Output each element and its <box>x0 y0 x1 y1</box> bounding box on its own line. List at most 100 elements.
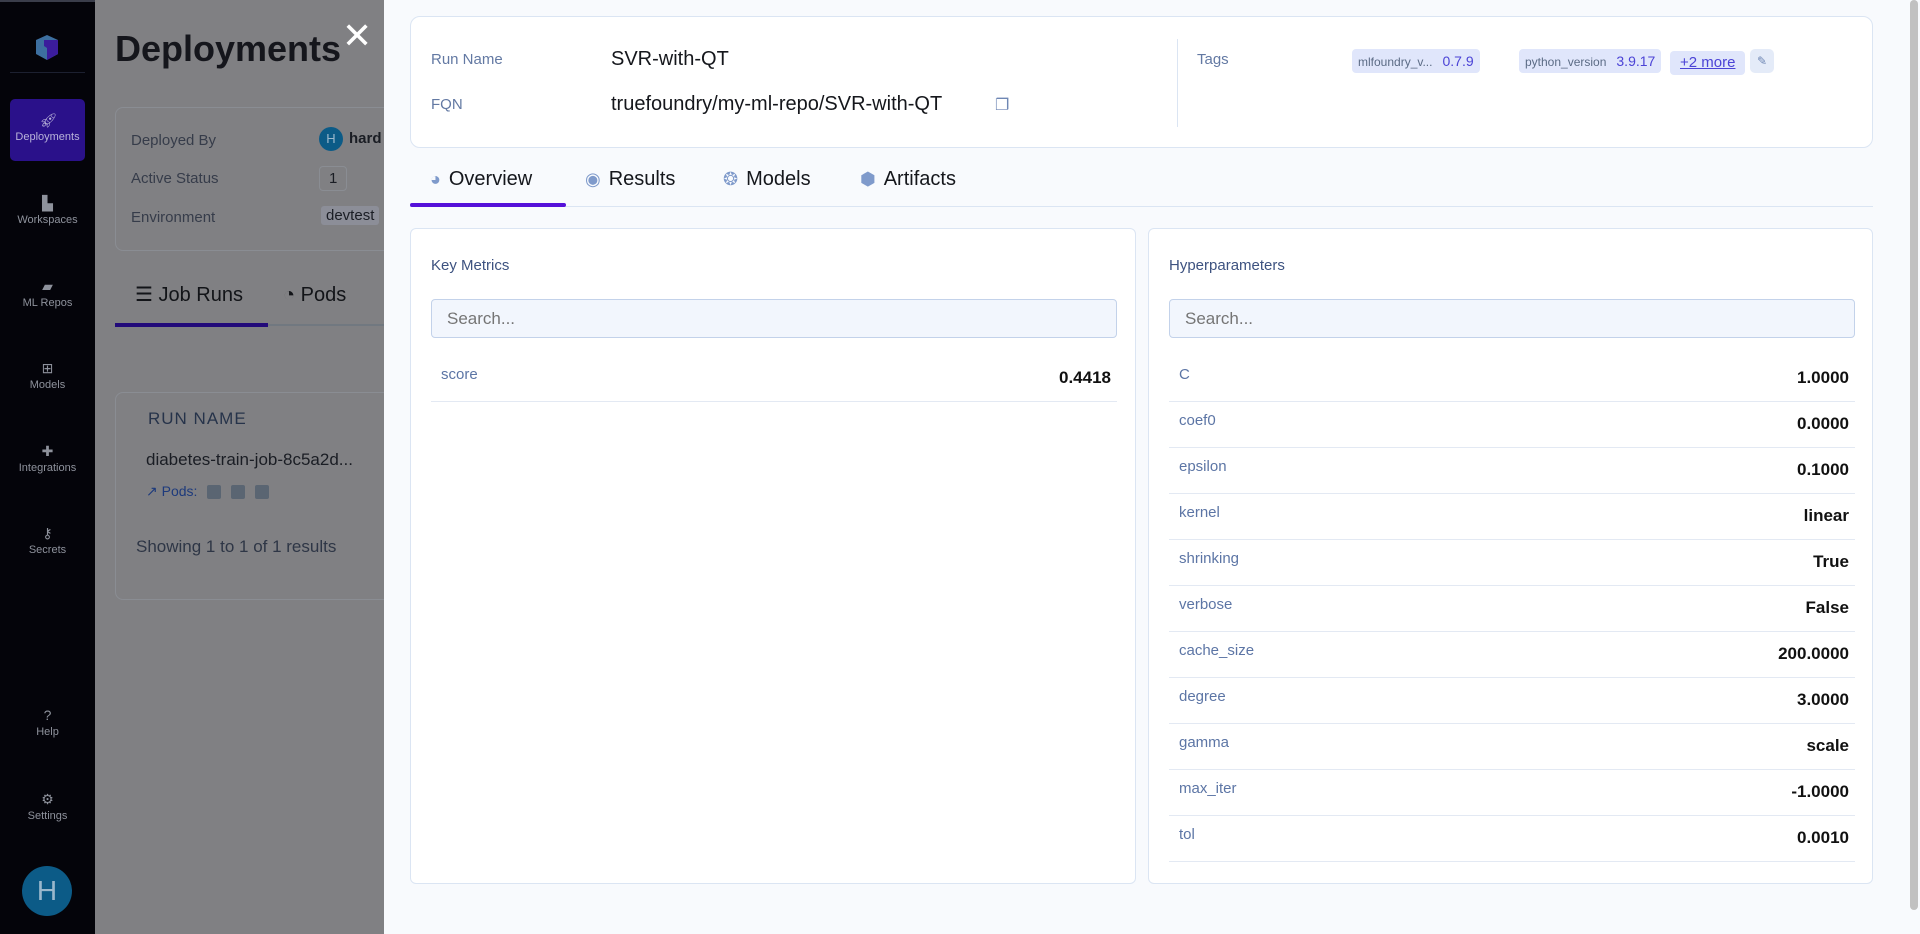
environment-badge: devtest <box>321 206 380 225</box>
tab-divider <box>268 324 385 326</box>
hyperparameter-row: degree 3.0000 <box>1169 678 1855 724</box>
copy-icon[interactable]: ❐ <box>995 95 1009 115</box>
param-name: max_iter <box>1179 780 1237 797</box>
metric-row: score 0.4418 <box>431 356 1117 402</box>
sidebar-item-integrations[interactable]: ✚ Integrations <box>10 430 85 492</box>
sidebar-item-label: Settings <box>27 810 68 822</box>
tab-results[interactable]: ◉ Results <box>585 168 675 191</box>
param-value: linear <box>1803 506 1849 525</box>
hyperparameter-row: kernel linear <box>1169 494 1855 540</box>
hyperparameters-panel: Hyperparameters C 1.0000 coef0 0.0000 epsilo… <box>1148 228 1873 884</box>
hyperparameter-row: verbose False <box>1169 586 1855 632</box>
hyperparameter-row: gamma scale <box>1169 724 1855 770</box>
scrollbar[interactable] <box>1910 0 1918 910</box>
hyperparameter-row: max_iter -1.0000 <box>1169 770 1855 816</box>
sidebar-item-help[interactable]: ? Help <box>10 694 85 756</box>
run-link[interactable]: diabetes-train-job-8c5a2d... <box>146 450 353 470</box>
workspaces-icon: ▙ <box>42 195 53 211</box>
page-title: Deployments <box>115 28 342 69</box>
active-tab-indicator <box>410 203 566 207</box>
close-icon[interactable]: ✕ <box>342 18 372 54</box>
run-details-drawer: Run Name SVR-with-QT FQN truefoundry/my-… <box>384 0 1920 934</box>
folder-icon: ▰ <box>42 278 53 294</box>
deployed-by-value: hard <box>349 130 382 147</box>
key-icon: ⚷ <box>42 525 53 541</box>
hyperparameter-row: coef0 0.0000 <box>1169 402 1855 448</box>
sidebar-item-settings[interactable]: ⚙ Settings <box>10 778 85 840</box>
param-value: True <box>1813 552 1849 571</box>
param-value: 0.1000 <box>1797 460 1849 479</box>
hyperparameters-title: Hyperparameters <box>1169 257 1285 274</box>
param-value: scale <box>1806 736 1849 755</box>
hyperparameter-row: tol 0.0010 <box>1169 816 1855 862</box>
sidebar-item-label: Models <box>29 379 66 391</box>
environment-label: Environment <box>131 209 216 226</box>
question-icon: ? <box>43 707 52 723</box>
sidebar: 🚀︎ Deployments ▙ Workspaces ▰ ML Repos ⊞ Mod… <box>0 0 95 934</box>
param-name: coef0 <box>1179 412 1216 429</box>
hyperparameter-row: cache_size 200.0000 <box>1169 632 1855 678</box>
tabs: ◕ Overview ◉ Results ❂ Models ⬢ Artifacts <box>410 160 1873 207</box>
param-name: cache_size <box>1179 642 1255 659</box>
gear-icon: ⚙ <box>41 791 54 807</box>
param-name: tol <box>1179 826 1195 843</box>
run-header-card: Run Name SVR-with-QT FQN truefoundry/my-… <box>410 16 1873 148</box>
param-value: -1.0000 <box>1791 782 1849 801</box>
rocket-icon: 🚀︎ <box>39 112 58 128</box>
param-value: False <box>1805 598 1849 617</box>
param-value: 0.0010 <box>1797 828 1849 847</box>
more-tags-link[interactable]: +2 more <box>1670 51 1746 75</box>
param-value: 0.0000 <box>1797 414 1849 433</box>
header-divider <box>1177 39 1178 127</box>
param-value: 3.0000 <box>1797 690 1849 709</box>
tag-chip: python_version 3.9.17 <box>1519 49 1662 73</box>
active-count: 1 <box>319 166 348 191</box>
user-avatar[interactable]: H <box>22 866 72 916</box>
param-name: kernel <box>1179 504 1220 521</box>
hyperparameter-row: shrinking True <box>1169 540 1855 586</box>
truefoundry-logo[interactable] <box>32 34 62 62</box>
sidebar-item-label: Workspaces <box>17 214 78 226</box>
puzzle-icon: ✚ <box>41 443 54 459</box>
tab-job-runs[interactable]: ☰ Job Runs <box>135 284 243 306</box>
param-name: gamma <box>1179 734 1230 751</box>
tab-overview[interactable]: ◕ Overview <box>430 168 532 191</box>
sidebar-item-secrets[interactable]: ⚷ Secrets <box>10 512 85 574</box>
param-name: shrinking <box>1179 550 1240 567</box>
metrics-search-input[interactable] <box>431 299 1117 338</box>
background-page: Deployments Deployed By Active Status En… <box>95 0 385 934</box>
sidebar-item-workspaces[interactable]: ▙ Workspaces <box>10 182 85 244</box>
bg-tabs: ☰ Job Runs ◔ Pods <box>115 282 346 307</box>
sidebar-item-models[interactable]: ⊞ Models <box>10 347 85 409</box>
param-name: degree <box>1179 688 1226 705</box>
key-metrics-panel: Key Metrics score0.4418 <box>410 228 1136 884</box>
key-metrics-title: Key Metrics <box>431 257 510 274</box>
tab-artifacts[interactable]: ⬢ Artifacts <box>860 168 956 191</box>
tab-pods[interactable]: ◔ Pods <box>283 284 346 306</box>
hyperparameter-row: epsilon 0.1000 <box>1169 448 1855 494</box>
sidebar-item-label: Deployments <box>15 131 80 143</box>
run-name-value: SVR-with-QT <box>611 48 729 70</box>
tags-label: Tags <box>1197 51 1229 68</box>
avatar: H <box>319 127 343 151</box>
param-value: 1.0000 <box>1797 368 1849 387</box>
tab-models[interactable]: ❂ Models <box>723 168 811 191</box>
cube-icon: ⬢ <box>860 169 876 189</box>
param-name: C <box>1179 366 1190 383</box>
pods-link[interactable]: ↗ Pods: <box>146 483 270 500</box>
active-status-label: Active Status <box>131 170 219 187</box>
brain-icon: ❂ <box>723 169 739 189</box>
fqn-value: truefoundry/my-ml-repo/SVR-with-QT <box>611 93 943 115</box>
param-name: epsilon <box>1179 458 1227 475</box>
sidebar-item-label: ML Repos <box>22 297 73 309</box>
table-icon: ⊞ <box>41 360 54 376</box>
param-name: verbose <box>1179 596 1233 613</box>
fqn-label: FQN <box>431 96 463 113</box>
sidebar-item-label: Help <box>36 726 59 738</box>
run-name-label: Run Name <box>431 51 503 68</box>
sidebar-item-label: Secrets <box>28 544 67 556</box>
sidebar-item-ml-repos[interactable]: ▰ ML Repos <box>10 265 85 327</box>
hyperparameters-search-input[interactable] <box>1169 299 1855 338</box>
sidebar-item-deployments[interactable]: 🚀︎ Deployments <box>10 99 85 161</box>
edit-tags-icon[interactable]: ✎ <box>1750 49 1774 73</box>
